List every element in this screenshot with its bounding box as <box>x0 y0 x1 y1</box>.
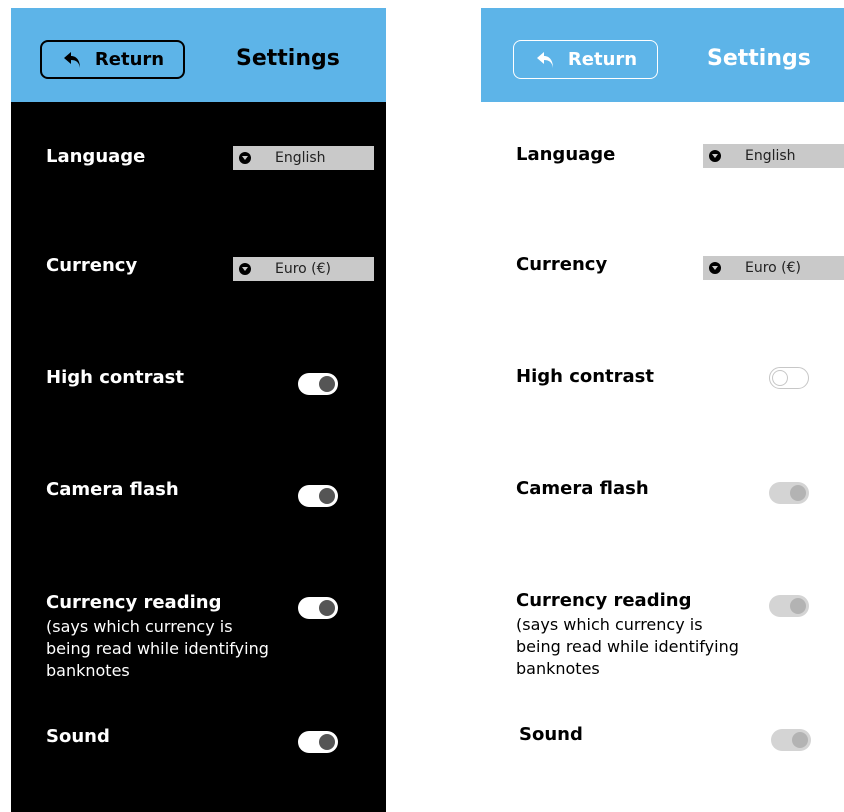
high-contrast-label: High contrast <box>516 366 654 387</box>
language-select[interactable]: English <box>703 144 844 168</box>
currency-value: Euro (€) <box>275 261 332 277</box>
toggle-knob <box>790 485 806 501</box>
settings-screen-high-contrast: Return Settings Language English Currenc… <box>11 8 386 812</box>
currency-reading-toggle[interactable] <box>298 597 338 619</box>
return-arrow-icon <box>536 51 553 68</box>
sound-toggle[interactable] <box>298 731 338 753</box>
page-title: Settings <box>236 46 340 71</box>
currency-label: Currency <box>516 254 608 275</box>
currency-reading-toggle[interactable] <box>769 595 809 617</box>
camera-flash-toggle[interactable] <box>298 485 338 507</box>
chevron-down-icon <box>709 150 721 162</box>
high-contrast-label: High contrast <box>46 367 184 388</box>
currency-reading-description: (says which currency is being read while… <box>46 617 269 680</box>
toggle-knob <box>319 488 335 504</box>
camera-flash-label: Camera flash <box>46 479 179 500</box>
currency-select[interactable]: Euro (€) <box>703 256 844 280</box>
return-button[interactable]: Return <box>513 40 658 79</box>
currency-reading-label: Currency reading <box>46 592 222 613</box>
return-label: Return <box>567 49 638 70</box>
toggle-knob <box>790 598 806 614</box>
return-arrow-icon <box>63 51 80 68</box>
settings-screen-standard: Return Settings Language English Currenc… <box>481 8 844 812</box>
language-value: English <box>745 148 796 164</box>
currency-select[interactable]: Euro (€) <box>233 257 374 281</box>
sound-toggle[interactable] <box>771 729 811 751</box>
chevron-down-icon <box>239 263 251 275</box>
high-contrast-toggle[interactable] <box>298 373 338 395</box>
sound-label: Sound <box>46 726 110 747</box>
language-value: English <box>275 150 326 166</box>
chevron-down-icon <box>709 262 721 274</box>
language-label: Language <box>516 144 616 165</box>
toggle-knob <box>319 600 335 616</box>
language-label: Language <box>46 146 146 167</box>
high-contrast-toggle[interactable] <box>769 367 809 389</box>
currency-value: Euro (€) <box>745 260 802 276</box>
toggle-knob <box>319 734 335 750</box>
language-select[interactable]: English <box>233 146 374 170</box>
toggle-knob <box>319 376 335 392</box>
currency-reading-label: Currency reading <box>516 590 692 611</box>
toggle-knob <box>772 370 788 386</box>
currency-label: Currency <box>46 255 138 276</box>
toggle-knob <box>792 732 808 748</box>
header-bar: Return Settings <box>11 8 386 102</box>
camera-flash-label: Camera flash <box>516 478 649 499</box>
chevron-down-icon <box>239 152 251 164</box>
header-bar: Return Settings <box>481 8 844 102</box>
currency-reading-description: (says which currency is being read while… <box>516 615 739 678</box>
camera-flash-toggle[interactable] <box>769 482 809 504</box>
sound-label: Sound <box>519 724 583 745</box>
return-button[interactable]: Return <box>40 40 185 79</box>
page-title: Settings <box>707 46 811 71</box>
return-label: Return <box>94 49 165 70</box>
